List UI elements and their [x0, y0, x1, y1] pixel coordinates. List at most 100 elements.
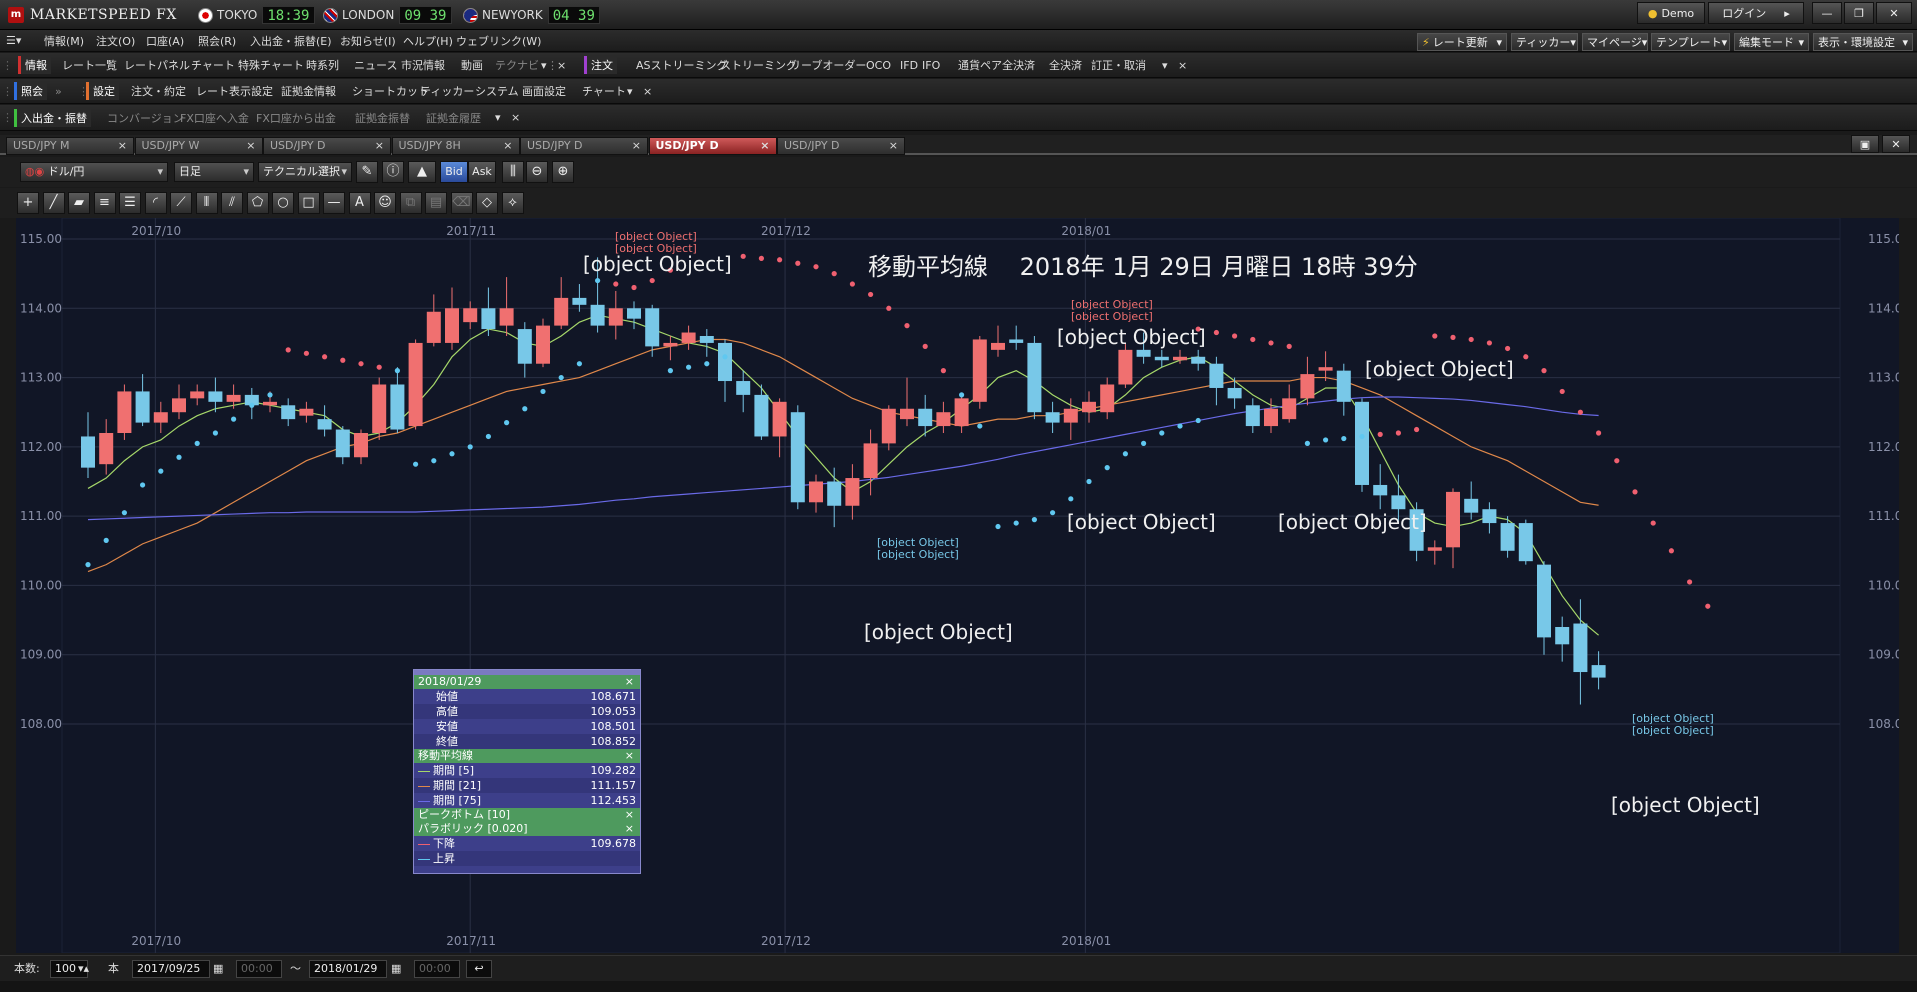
order-menu-item[interactable]: リーブオーダー: [790, 53, 866, 77]
candle-body[interactable]: [1100, 384, 1115, 413]
crosshair-icon[interactable]: +: [17, 192, 39, 214]
currency-pair-select[interactable]: ◍◉ ドル/円: [20, 162, 168, 182]
candle-body[interactable]: [1245, 405, 1260, 427]
chevron-down-icon[interactable]: ▾: [541, 53, 547, 77]
transfer-menu-item[interactable]: FX口座へ入金: [180, 105, 249, 130]
settings-menu-item[interactable]: 証拠金情報: [281, 79, 336, 103]
settings-menu-item[interactable]: ショートカット: [352, 79, 429, 103]
chart-tab[interactable]: USD/JPY 8H ×: [391, 137, 520, 155]
candle-body[interactable]: [1537, 564, 1551, 638]
candle-body[interactable]: [463, 308, 478, 323]
menu-item[interactable]: ヘルプ(H): [403, 30, 453, 51]
candle-body[interactable]: [1154, 356, 1169, 361]
chevron-right-icon[interactable]: »: [55, 79, 62, 103]
info-menu-item[interactable]: レート一覧: [62, 53, 117, 77]
close-icon[interactable]: ×: [625, 675, 634, 689]
candle-body[interactable]: [1573, 623, 1588, 673]
inquiry-section-label[interactable]: 照会: [14, 82, 47, 100]
chart-tab[interactable]: USD/JPY D ×: [520, 137, 648, 155]
paste-icon[interactable]: ▤: [425, 192, 447, 214]
candle-body[interactable]: [263, 401, 277, 406]
close-button[interactable]: ✕: [1876, 2, 1912, 24]
eraser-icon[interactable]: ◇: [476, 192, 498, 214]
candle-body[interactable]: [1282, 398, 1297, 420]
order-menu-item[interactable]: IFD: [900, 53, 918, 77]
candle-body[interactable]: [1209, 363, 1224, 388]
count-spinner-icon[interactable]: ▾▴: [78, 960, 89, 978]
menu-item[interactable]: 入出金・振替(E): [250, 30, 332, 51]
candle-body[interactable]: [1227, 387, 1242, 399]
emoji-icon[interactable]: ☺: [374, 192, 396, 214]
candle-body[interactable]: [1355, 401, 1369, 485]
candle-body[interactable]: [863, 443, 878, 479]
transfer-section-label[interactable]: 入出金・振替: [14, 108, 91, 127]
candle-body[interactable]: [1427, 547, 1442, 551]
right-menu-button[interactable]: テンプレート ▾: [1651, 33, 1730, 51]
candle-body[interactable]: [445, 308, 459, 343]
text-icon[interactable]: A: [348, 192, 371, 214]
candle-body[interactable]: [517, 329, 532, 364]
copy-icon[interactable]: ⧉: [399, 192, 422, 214]
candle-body[interactable]: [172, 398, 186, 413]
calendar-icon[interactable]: ▦: [391, 960, 401, 978]
candle-body[interactable]: [954, 398, 969, 427]
menu-item[interactable]: ウェブリンク(W): [456, 30, 541, 51]
candle-body[interactable]: [1391, 495, 1406, 510]
bid-button[interactable]: Bid: [440, 161, 468, 183]
candle-body[interactable]: [499, 308, 514, 326]
order-menu-item[interactable]: IFO: [922, 53, 940, 77]
candle-body[interactable]: [681, 332, 696, 343]
candle-body[interactable]: [317, 419, 332, 430]
settings-menu-item[interactable]: システム: [475, 79, 519, 103]
settings-menu-item[interactable]: ティッカー: [420, 79, 474, 103]
line-icon[interactable]: ╱: [42, 192, 65, 214]
close-icon[interactable]: ×: [625, 808, 634, 822]
right-menu-button[interactable]: マイページ ▾: [1582, 33, 1648, 51]
menu-item[interactable]: 注文(O): [96, 30, 135, 51]
candle-body[interactable]: [790, 412, 805, 503]
eraser-all-icon[interactable]: ⟡: [501, 192, 524, 214]
area-chart-icon[interactable]: ▲: [408, 161, 436, 183]
right-menu-button[interactable]: ティッカー ▾: [1511, 33, 1578, 51]
candle-body[interactable]: [536, 325, 550, 364]
zoom-in-icon[interactable]: ⊕: [552, 161, 574, 183]
close-icon[interactable]: ×: [643, 79, 652, 103]
candle-body[interactable]: [972, 339, 987, 402]
candle-body[interactable]: [281, 405, 296, 420]
right-menu-button[interactable]: 表示・環境設定 ▾: [1813, 33, 1913, 51]
order-menu-item[interactable]: 訂正・取消: [1091, 53, 1146, 77]
settings-menu-item[interactable]: レート表示設定: [196, 79, 273, 103]
menu-item[interactable]: お知らせ(I): [340, 30, 396, 51]
candle-body[interactable]: [408, 342, 423, 427]
candle-body[interactable]: [936, 412, 951, 427]
tab-close-icon[interactable]: ×: [503, 138, 512, 154]
info-menu-item[interactable]: 特殊チャート: [238, 53, 304, 77]
tab-close-button[interactable]: ✕: [1882, 135, 1910, 153]
candle-body[interactable]: [772, 401, 787, 437]
candle-body[interactable]: [718, 342, 732, 382]
right-menu-button[interactable]: 編集モード ▾: [1734, 33, 1809, 51]
candle-body[interactable]: [1264, 408, 1278, 427]
tab-close-icon[interactable]: ×: [246, 138, 255, 154]
info-menu-item[interactable]: 時系列: [306, 53, 339, 77]
candle-body[interactable]: [153, 412, 168, 423]
candle-body[interactable]: [1063, 408, 1078, 423]
pitchfork-icon[interactable]: ⫽: [221, 192, 243, 214]
candle-body[interactable]: [117, 391, 132, 433]
candle-body[interactable]: [190, 391, 205, 399]
tab-close-icon[interactable]: ×: [760, 138, 769, 154]
candle-body[interactable]: [1173, 356, 1187, 361]
chevron-down-icon[interactable]: ▾: [495, 105, 501, 130]
candle-body[interactable]: [1009, 339, 1024, 343]
period-select[interactable]: 日足: [174, 162, 254, 182]
transfer-menu-item[interactable]: コンバージョン: [107, 105, 184, 130]
candle-body[interactable]: [991, 342, 1005, 350]
zoom-out-icon[interactable]: ⊖: [526, 161, 548, 183]
transfer-menu-item[interactable]: 証拠金履歴: [426, 105, 481, 130]
parallel-lines-icon[interactable]: ≡: [93, 192, 116, 214]
candle-body[interactable]: [81, 436, 95, 468]
candle-body[interactable]: [390, 384, 405, 430]
close-icon[interactable]: ×: [1178, 53, 1187, 77]
candle-body[interactable]: [918, 408, 933, 427]
transfer-menu-item[interactable]: FX口座から出金: [256, 105, 336, 130]
